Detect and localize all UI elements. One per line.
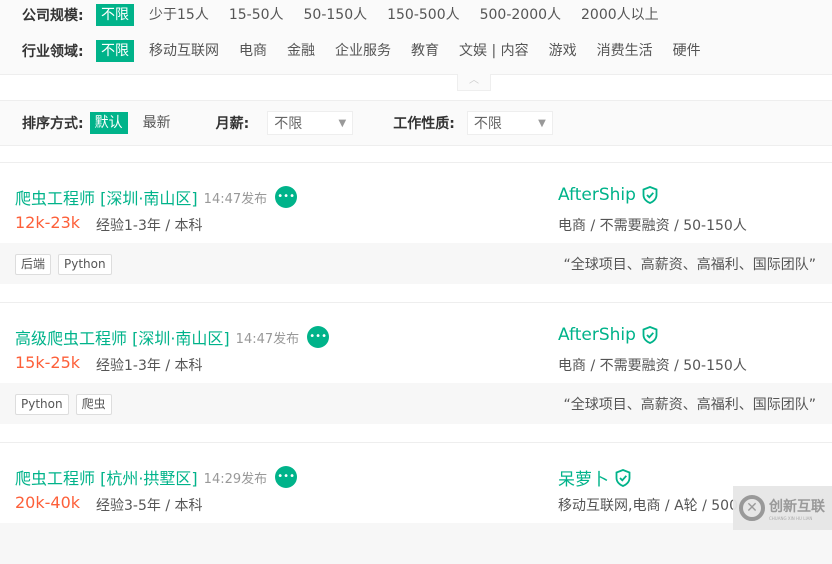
industry-option[interactable]: 文娱 | 内容 [454, 40, 534, 62]
chat-icon[interactable]: ••• [307, 326, 330, 348]
job-title-link[interactable]: 爬虫工程师 [杭州·拱墅区] 14:29发布 ••• [15, 465, 298, 489]
company-size-filter: 公司规模: 不限 少于15人 15-50人 50-150人 150-500人 5… [22, 4, 674, 26]
job-type-select[interactable]: 不限 ▼ [466, 111, 553, 135]
sort-default[interactable]: 默认 [89, 112, 128, 134]
logo-icon: ✕ [739, 495, 765, 521]
verified-shield-icon [642, 186, 658, 204]
job-title[interactable]: 高级爬虫工程师 [深圳·南山区] [15, 325, 230, 349]
company-info: 移动互联网,电商 / A轮 / 500 [558, 498, 738, 514]
job-title-link[interactable]: 高级爬虫工程师 [深圳·南山区] 14:47发布 ••• [15, 325, 330, 349]
industry-filter: 行业领域: 不限 移动互联网 电商 金融 企业服务 教育 文娱 | 内容 游戏 … [22, 40, 716, 62]
company-slogan: “全球项目、高薪资、高福利、国际团队” [563, 397, 816, 413]
salary-label: 月薪: [215, 116, 250, 132]
job-card[interactable]: 爬虫工程师 [深圳·南山区] 14:47发布 ••• 12k-23k 经验1-3年 … [0, 162, 832, 284]
filter-label: 行业领域: [22, 44, 84, 60]
sort-latest[interactable]: 最新 [138, 112, 176, 134]
industry-option[interactable]: 企业服务 [330, 40, 396, 62]
company-name[interactable]: AfterShip [558, 185, 636, 205]
industry-option[interactable]: 游戏 [544, 40, 582, 62]
industry-option[interactable]: 教育 [406, 40, 444, 62]
size-option[interactable]: 500-2000人 [475, 4, 566, 26]
publish-time: 14:29发布 [203, 471, 268, 487]
verified-shield-icon [642, 326, 658, 344]
publish-time: 14:47发布 [235, 331, 300, 347]
job-title-link[interactable]: 爬虫工程师 [深圳·南山区] 14:47发布 ••• [15, 185, 298, 209]
job-tag[interactable]: Python [58, 254, 112, 275]
watermark-sub: CHUANG XIN HU LIAN [769, 515, 813, 521]
collapse-filters-button[interactable]: ︿ [457, 74, 491, 91]
chat-icon[interactable]: ••• [275, 466, 298, 488]
salary: 20k-40k [15, 493, 81, 512]
job-tag[interactable]: 后端 [15, 254, 52, 275]
verified-shield-icon [615, 468, 631, 487]
job-card[interactable]: 爬虫工程师 [杭州·拱墅区] 14:29发布 ••• 20k-40k 经验3-5年 … [0, 442, 832, 564]
sort-bar: 排序方式: 默认 最新 月薪: 不限 ▼ 工作性质: 不限 ▼ [0, 100, 832, 146]
size-option[interactable]: 50-150人 [299, 4, 373, 26]
job-type-label: 工作性质: [393, 116, 455, 132]
company-link[interactable]: AfterShip [558, 185, 658, 205]
salary-select[interactable]: 不限 ▼ [267, 111, 354, 135]
size-option[interactable]: 15-50人 [224, 4, 289, 26]
industry-option[interactable]: 硬件 [668, 40, 706, 62]
size-option[interactable]: 不限 [96, 4, 134, 26]
industry-option[interactable]: 电商 [234, 40, 272, 62]
salary: 12k-23k [15, 213, 81, 232]
company-info: 电商 / 不需要融资 / 50-150人 [558, 218, 747, 234]
job-title[interactable]: 爬虫工程师 [杭州·拱墅区] [15, 465, 198, 489]
job-card[interactable]: 高级爬虫工程师 [深圳·南山区] 14:47发布 ••• 15k-25k 经验1-3… [0, 302, 832, 424]
company-name[interactable]: AfterShip [558, 325, 636, 345]
watermark-logo: ✕ 创新互联 CHUANG XIN HU LIAN [733, 486, 832, 530]
job-requirements: 经验1-3年 / 本科 [96, 358, 203, 374]
tag-list: 后端 Python [15, 254, 119, 275]
sort-label: 排序方式: [22, 116, 84, 132]
job-type-value: 不限 [473, 116, 502, 132]
caret-down-icon: ▼ [338, 117, 347, 129]
filter-label: 公司规模: [22, 8, 84, 24]
chat-icon[interactable]: ••• [275, 186, 298, 208]
industry-option[interactable]: 不限 [96, 40, 134, 62]
company-link[interactable]: AfterShip [558, 325, 658, 345]
job-tag[interactable]: 爬虫 [75, 394, 112, 415]
company-info: 电商 / 不需要融资 / 50-150人 [558, 358, 747, 374]
salary: 15k-25k [15, 353, 81, 372]
chevron-up-icon: ︿ [469, 75, 479, 86]
industry-option[interactable]: 消费生活 [592, 40, 658, 62]
publish-time: 14:47发布 [203, 191, 268, 207]
size-option[interactable]: 2000人以上 [576, 4, 664, 26]
company-link[interactable]: 呆萝卜 [558, 465, 631, 490]
filter-panel: 公司规模: 不限 少于15人 15-50人 50-150人 150-500人 5… [0, 0, 832, 75]
industry-option[interactable]: 金融 [282, 40, 320, 62]
watermark-text: 创新互联 [769, 498, 825, 515]
size-option[interactable]: 少于15人 [144, 4, 214, 26]
caret-down-icon: ▼ [538, 117, 546, 129]
job-tag[interactable]: Python [15, 394, 69, 415]
job-requirements: 经验1-3年 / 本科 [96, 218, 203, 234]
job-requirements: 经验3-5年 / 本科 [96, 498, 203, 514]
company-slogan: “全球项目、高薪资、高福利、国际团队” [563, 257, 816, 273]
industry-option[interactable]: 移动互联网 [144, 40, 224, 62]
tag-list: Python 爬虫 [15, 394, 119, 415]
company-name[interactable]: 呆萝卜 [558, 465, 609, 490]
salary-value: 不限 [274, 116, 303, 132]
job-title[interactable]: 爬虫工程师 [深圳·南山区] [15, 185, 198, 209]
size-option[interactable]: 150-500人 [382, 4, 465, 26]
